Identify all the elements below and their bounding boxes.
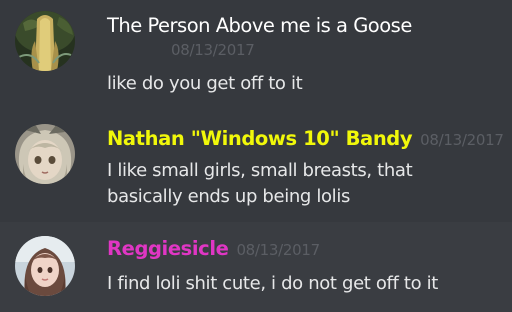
timestamp: 08/13/2017 <box>236 241 320 259</box>
message-header: The Person Above me is a Goose <box>107 16 412 36</box>
user-avatar[interactable] <box>15 124 75 184</box>
username[interactable]: Reggiesicle <box>107 237 229 260</box>
message-item: Reggiesicle 08/13/2017 I find loli shit c… <box>0 222 512 312</box>
username[interactable]: Nathan "Windows 10" Bandy <box>107 127 413 150</box>
message-text: like do you get off to it <box>107 71 303 97</box>
timestamp: 08/13/2017 <box>420 131 504 149</box>
message-header: Reggiesicle 08/13/2017 <box>107 239 320 259</box>
timestamp: 08/13/2017 <box>171 41 255 59</box>
message-header: Nathan "Windows 10" Bandy 08/13/2017 <box>107 129 504 149</box>
message-text: I find loli shit cute, i do not get off … <box>107 271 438 297</box>
user-avatar[interactable] <box>15 236 75 296</box>
message-line: I like small girls, small breasts, that <box>107 160 413 181</box>
message-line: I find loli shit cute, i do not get off … <box>107 273 438 294</box>
user-avatar[interactable] <box>15 11 75 71</box>
message-line: basically ends up being lolis <box>107 186 351 207</box>
message-item: The Person Above me is a Goose 08/13/201… <box>0 0 512 112</box>
message-item: Nathan "Windows 10" Bandy 08/13/2017 I li… <box>0 112 512 222</box>
message-text: I like small girls, small breasts, that … <box>107 158 413 210</box>
message-line: like do you get off to it <box>107 73 303 94</box>
username[interactable]: The Person Above me is a Goose <box>107 14 412 37</box>
